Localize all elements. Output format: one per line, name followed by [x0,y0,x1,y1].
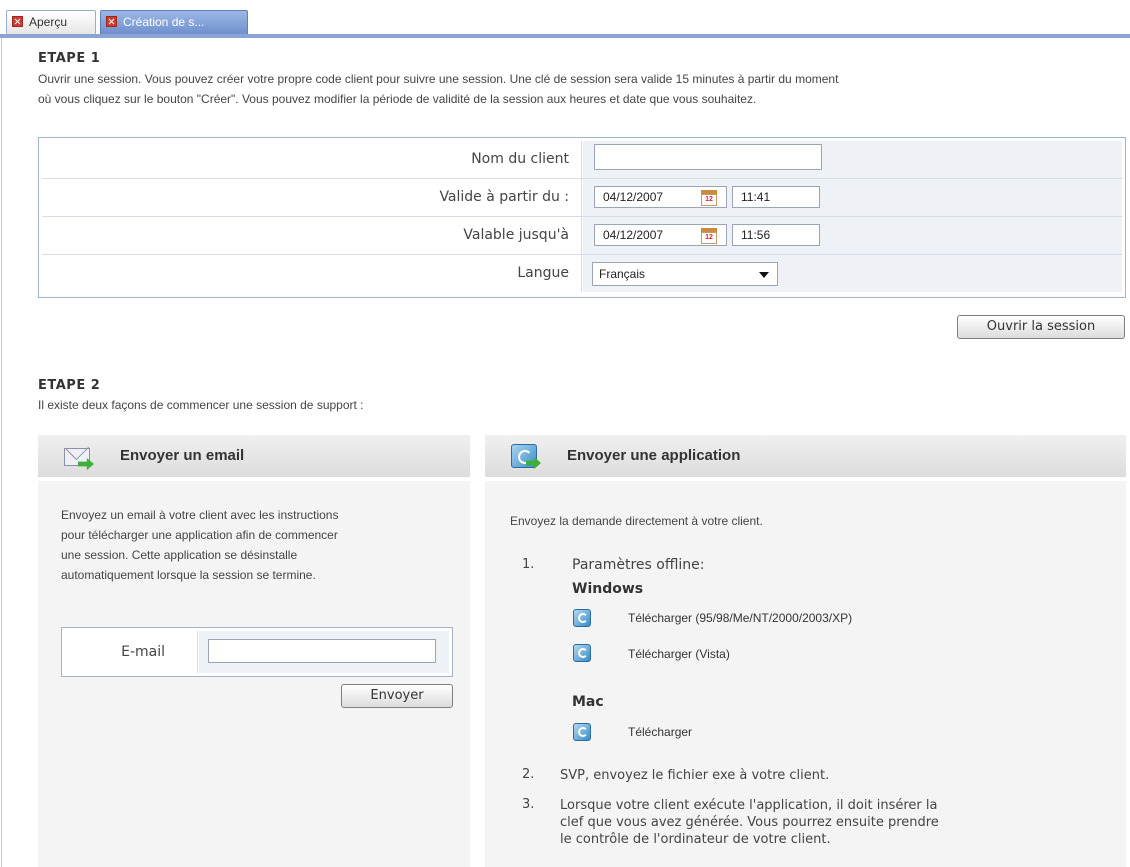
calendar-icon[interactable]: 12 [700,189,718,207]
download-icon[interactable] [573,609,591,627]
step-number: 3. [522,797,535,812]
form-row-valid-until: Valable jusqu'à 04/12/2007 12 11:56 [42,217,1122,255]
calendar-icon-day: 12 [701,194,717,206]
email-label: E-mail [65,631,198,673]
email-panel-text: Envoyez un email à votre client avec les… [61,505,338,585]
download-icon[interactable] [573,723,591,741]
send-exe-instruction: SVP, envoyez le fichier exe à votre clie… [560,768,830,783]
valid-from-label: Valide à partir du : [42,179,582,216]
email-text-line: pour télécharger une application afin de… [61,528,338,542]
form-row-language: Langue Français [42,255,1122,292]
left-border [1,38,2,867]
instruction-line: Lorsque votre client exécute l'applicati… [560,798,938,813]
instruction-line: clef que vous avez générée. Vous pourrez… [560,815,939,830]
email-send-icon [62,444,94,470]
close-icon[interactable] [106,16,117,27]
tab-apercu[interactable]: Aperçu [6,10,96,34]
open-session-button[interactable]: Ouvrir la session [957,315,1125,339]
app-panel-title: Envoyer une application [567,447,741,464]
tab-underline [0,34,1130,38]
client-name-input[interactable] [594,144,822,170]
mac-label: Mac [572,694,604,710]
client-run-instruction: Lorsque votre client exécute l'applicati… [560,797,939,848]
language-selected-value: Français [599,267,646,281]
step1-description-line2: où vous cliquez sur le bouton "Créer". V… [38,92,757,106]
tab-creation-session[interactable]: Création de s... [100,10,248,34]
tab-label: Aperçu [29,15,68,29]
download-icon[interactable] [573,644,591,662]
send-email-button[interactable]: Envoyer [341,684,453,708]
email-text-line: automatiquement lorsque la session se te… [61,568,316,582]
download-vista-link[interactable]: Télécharger (Vista) [628,647,730,661]
step2-description: Il existe deux façons de commencer une s… [38,398,364,412]
step1-description-line1: Ouvrir une session. Vous pouvez créer vo… [38,72,839,86]
step-number: 1. [522,557,535,572]
step1-title: ETAPE 1 [38,51,101,66]
email-text-line: Envoyez un email à votre client avec les… [61,508,339,522]
language-select[interactable]: Français [592,262,778,286]
offline-settings-label: Paramètres offline: [572,557,705,573]
calendar-icon-day: 12 [701,232,717,244]
tab-strip: Aperçu Création de s... [0,0,1130,38]
application-send-icon [509,441,541,471]
form-row-valid-from: Valide à partir du : 04/12/2007 12 11:41 [42,179,1122,217]
download-mac-link[interactable]: Télécharger [628,725,692,739]
email-text-line: une session. Cette application se désins… [61,548,298,562]
windows-label: Windows [572,581,644,597]
calendar-icon[interactable]: 12 [700,227,718,245]
instruction-line: le contrôle de l'ordinateur de votre cli… [560,832,831,847]
email-panel-title: Envoyer un email [120,447,245,464]
valid-until-time-input[interactable]: 11:56 [732,224,820,246]
step1-description: Ouvrir une session. Vous pouvez créer vo… [38,69,1118,109]
form-row-client-name: Nom du client [42,141,1122,179]
step2-title: ETAPE 2 [38,378,101,393]
form-cell: Français [583,255,1122,292]
tab-label: Création de s... [123,15,205,29]
form-cell [199,631,449,673]
app-panel-header: Envoyer une application [485,435,1126,477]
step-number: 2. [522,767,535,782]
client-name-label: Nom du client [42,141,582,178]
email-panel-header: Envoyer un email [38,435,470,477]
language-label: Langue [42,255,582,292]
email-form: E-mail [61,627,453,677]
app-intro: Envoyez la demande directement à votre c… [510,514,763,528]
form-cell: 04/12/2007 12 11:56 [583,217,1122,254]
valid-from-time-input[interactable]: 11:41 [732,186,820,208]
chevron-down-icon [759,272,769,278]
close-icon[interactable] [12,16,23,27]
form-cell: 04/12/2007 12 11:41 [583,179,1122,216]
download-windows-link[interactable]: Télécharger (95/98/Me/NT/2000/2003/XP) [628,611,852,625]
session-form: Nom du client Valide à partir du : 04/12… [38,137,1126,298]
form-cell [583,141,1122,178]
email-input[interactable] [208,639,436,663]
valid-until-label: Valable jusqu'à [42,217,582,254]
